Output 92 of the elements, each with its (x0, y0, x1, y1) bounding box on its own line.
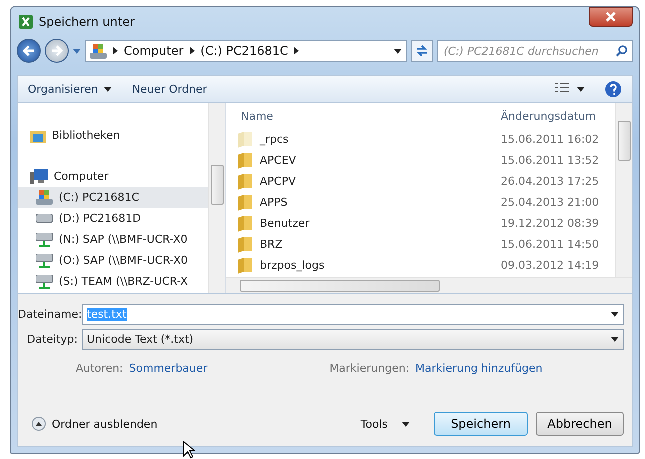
window-title: Speichern unter (39, 15, 136, 29)
library-icon (30, 128, 46, 142)
dropdown-icon (104, 86, 112, 92)
file-name: APCEV (260, 154, 296, 167)
dropdown-icon (611, 336, 619, 342)
view-button[interactable] (555, 83, 585, 95)
sidebar-item[interactable]: (N:) SAP (\\BMF-UCR-X0 (18, 229, 208, 250)
network-drive-icon (36, 274, 53, 288)
chevron-icon (113, 47, 118, 55)
dropdown-icon (611, 312, 619, 316)
file-name: APCPV (260, 175, 296, 188)
save-button[interactable]: Speichern (434, 412, 528, 436)
spreadsheet-icon (19, 15, 33, 29)
drive-icon (90, 44, 107, 58)
refresh-button[interactable] (411, 40, 433, 62)
file-name: APPS (260, 196, 288, 209)
chevron-icon (190, 47, 195, 55)
dropdown-icon (394, 48, 402, 54)
file-row[interactable]: APPS 25.04.2013 21:00 (238, 192, 615, 213)
network-drive-icon (36, 232, 53, 246)
folder-icon (238, 216, 252, 232)
computer-icon (30, 169, 48, 184)
address-bar[interactable]: Computer (C:) PC21681C (85, 40, 407, 62)
collapse-icon (32, 417, 46, 431)
folder-icon (238, 236, 252, 252)
organize-menu[interactable]: Organisieren (28, 82, 112, 96)
filename-value: test.txt (87, 308, 127, 320)
column-header[interactable]: Name (238, 110, 498, 122)
close-icon (606, 12, 616, 22)
drive-icon (36, 214, 53, 223)
file-date: 15.06.2011 16:02 (500, 133, 600, 146)
drive-icon (36, 190, 53, 205)
sidebar-item[interactable]: (C:) PC21681C (18, 187, 208, 208)
new-folder-button[interactable]: Neuer Ordner (132, 82, 208, 96)
horizontal-scrollbar[interactable] (226, 277, 632, 293)
authors-link[interactable]: Sommerbauer (129, 362, 208, 375)
scrollbar[interactable] (208, 103, 225, 293)
file-row[interactable]: BRZ 15.06.2011 14:50 (238, 234, 615, 255)
network-drive-icon (36, 254, 53, 268)
close-button[interactable] (589, 7, 633, 27)
list-view-icon (555, 83, 571, 95)
file-row[interactable]: brzpos_logs 09.03.2012 14:19 (238, 255, 615, 276)
dropdown-icon (402, 422, 410, 426)
scrollbar[interactable] (615, 103, 632, 277)
folder-icon (238, 174, 252, 190)
dropdown-icon (73, 48, 81, 54)
file-row[interactable]: Benutzer 19.12.2012 08:39 (238, 213, 615, 234)
back-arrow-icon (23, 45, 35, 57)
folder-icon (238, 152, 252, 168)
file-name: brzpos_logs (260, 259, 325, 272)
folder-icon (238, 132, 252, 148)
sidebar-item[interactable]: (O:) SAP (\\BMF-UCR-X0 (18, 250, 208, 271)
file-name: _rpcs (260, 133, 289, 146)
back-button[interactable] (17, 39, 41, 63)
sidebar-item[interactable]: Bibliotheken (18, 125, 208, 146)
tools-menu[interactable]: Tools (360, 418, 410, 430)
folder-icon (238, 258, 252, 274)
breadcrumb[interactable]: Computer (124, 44, 184, 58)
file-name: Benutzer (260, 217, 310, 230)
file-date: 15.06.2011 13:52 (500, 154, 600, 167)
mouse-cursor (183, 441, 195, 459)
file-date: 19.12.2012 08:39 (500, 217, 600, 230)
filetype-value: Unicode Text (*.txt) (87, 332, 194, 346)
sidebar-item[interactable]: (S:) TEAM (\\BRZ-UCR-X (18, 271, 208, 292)
hide-folders-button[interactable]: Ordner ausblenden (32, 417, 158, 431)
forward-arrow-icon (51, 45, 63, 57)
file-row[interactable]: APCEV 15.06.2011 13:52 (238, 150, 615, 171)
file-row[interactable]: _rpcs 15.06.2011 16:02 (238, 129, 615, 150)
tags-label: Markierungen: (330, 362, 410, 375)
authors-label: Autoren: (76, 362, 124, 375)
cancel-button[interactable]: Abbrechen (536, 412, 624, 436)
field-label: Dateityp: (26, 332, 78, 346)
file-date: 26.04.2013 17:25 (500, 175, 600, 188)
column-header[interactable]: Änderungsdatum (498, 110, 615, 122)
sidebar-item[interactable]: (D:) PC21681D (18, 208, 208, 229)
refresh-icon (415, 45, 429, 57)
help-icon[interactable] (605, 80, 622, 98)
chevron-icon (294, 47, 300, 55)
forward-button[interactable] (45, 39, 69, 63)
file-name: BRZ (260, 238, 283, 251)
file-date: 15.06.2011 14:50 (500, 238, 600, 251)
file-row[interactable]: APCPV 26.04.2013 17:25 (238, 171, 615, 192)
file-date: 25.04.2013 21:00 (500, 196, 600, 209)
folder-icon (238, 194, 252, 210)
breadcrumb[interactable]: (C:) PC21681C (200, 44, 288, 58)
tags-link[interactable]: Markierung hinzufügen (416, 362, 543, 375)
sidebar-item[interactable]: Computer (18, 166, 208, 187)
search-icon (616, 45, 628, 57)
file-date: 09.03.2012 14:19 (500, 259, 600, 272)
dropdown-icon (577, 86, 585, 92)
filetype-select[interactable]: Unicode Text (*.txt) (82, 328, 624, 350)
search-field[interactable]: (C:) PC21681C durchsuchen (437, 40, 633, 62)
